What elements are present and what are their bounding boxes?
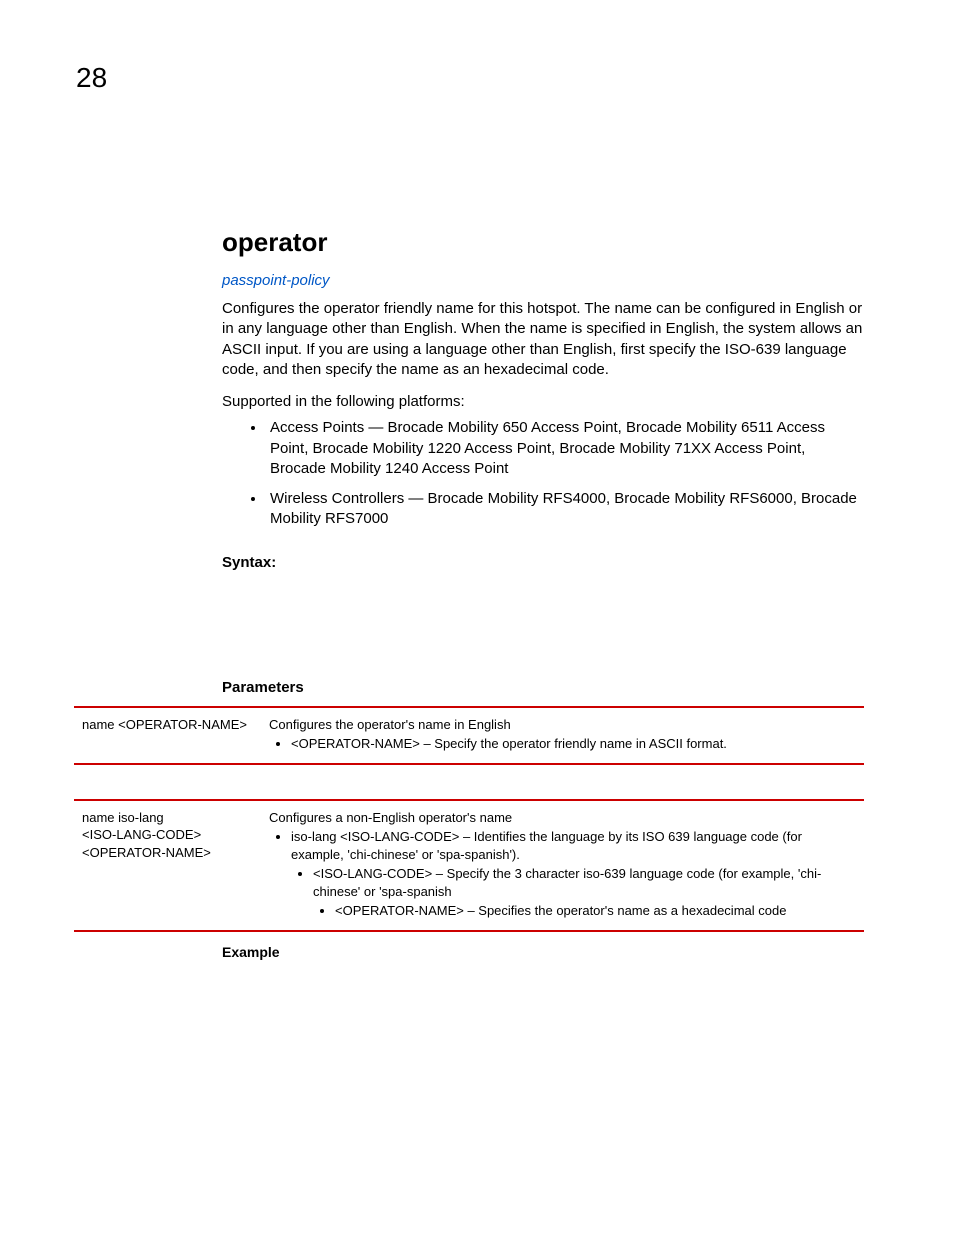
platform-item: Wireless Controllers — Brocade Mobility … xyxy=(266,489,864,530)
table-row: name iso-lang <ISO-LANG-CODE> <OPERATOR-… xyxy=(74,801,864,930)
platform-list: Access Points — Brocade Mobility 650 Acc… xyxy=(266,418,864,529)
page-number: 28 xyxy=(76,62,107,94)
param-desc-text: Configures a non-English operator's name xyxy=(269,809,858,827)
platform-item: Access Points — Brocade Mobility 650 Acc… xyxy=(266,418,864,479)
parameter-table-2: name iso-lang <ISO-LANG-CODE> <OPERATOR-… xyxy=(74,799,864,932)
passpoint-policy-link[interactable]: passpoint-policy xyxy=(222,272,864,289)
param-name-line: name iso-lang xyxy=(82,809,261,827)
param-name-line: <ISO-LANG-CODE> xyxy=(82,826,261,844)
example-label: Example xyxy=(222,944,864,960)
section-heading: operator xyxy=(222,227,864,258)
param-name-line: <OPERATOR-NAME> xyxy=(82,844,261,862)
supported-label: Supported in the following platforms: xyxy=(222,392,864,412)
intro-paragraph: Configures the operator friendly name fo… xyxy=(222,299,864,380)
param-name-cell: name iso-lang <ISO-LANG-CODE> <OPERATOR-… xyxy=(74,809,269,922)
parameters-label: Parameters xyxy=(222,679,864,696)
param-desc-text: Configures the operator's name in Englis… xyxy=(269,716,858,734)
param-desc-cell: Configures the operator's name in Englis… xyxy=(269,716,864,755)
param-name-cell: name <OPERATOR-NAME> xyxy=(74,716,269,755)
param-bullet: <OPERATOR-NAME> – Specify the operator f… xyxy=(291,735,858,753)
param-bullet: iso-lang <ISO-LANG-CODE> – Identifies th… xyxy=(291,828,858,863)
syntax-label: Syntax: xyxy=(222,554,864,571)
content-column: operator passpoint-policy Configures the… xyxy=(222,227,864,960)
parameter-table-1: name <OPERATOR-NAME> Configures the oper… xyxy=(74,706,864,765)
table-row: name <OPERATOR-NAME> Configures the oper… xyxy=(74,708,864,763)
param-desc-cell: Configures a non-English operator's name… xyxy=(269,809,864,922)
param-sub-bullet: <ISO-LANG-CODE> – Specify the 3 characte… xyxy=(313,865,858,900)
param-subsub-bullet: <OPERATOR-NAME> – Specifies the operator… xyxy=(335,902,858,920)
table-spacer xyxy=(222,765,864,799)
